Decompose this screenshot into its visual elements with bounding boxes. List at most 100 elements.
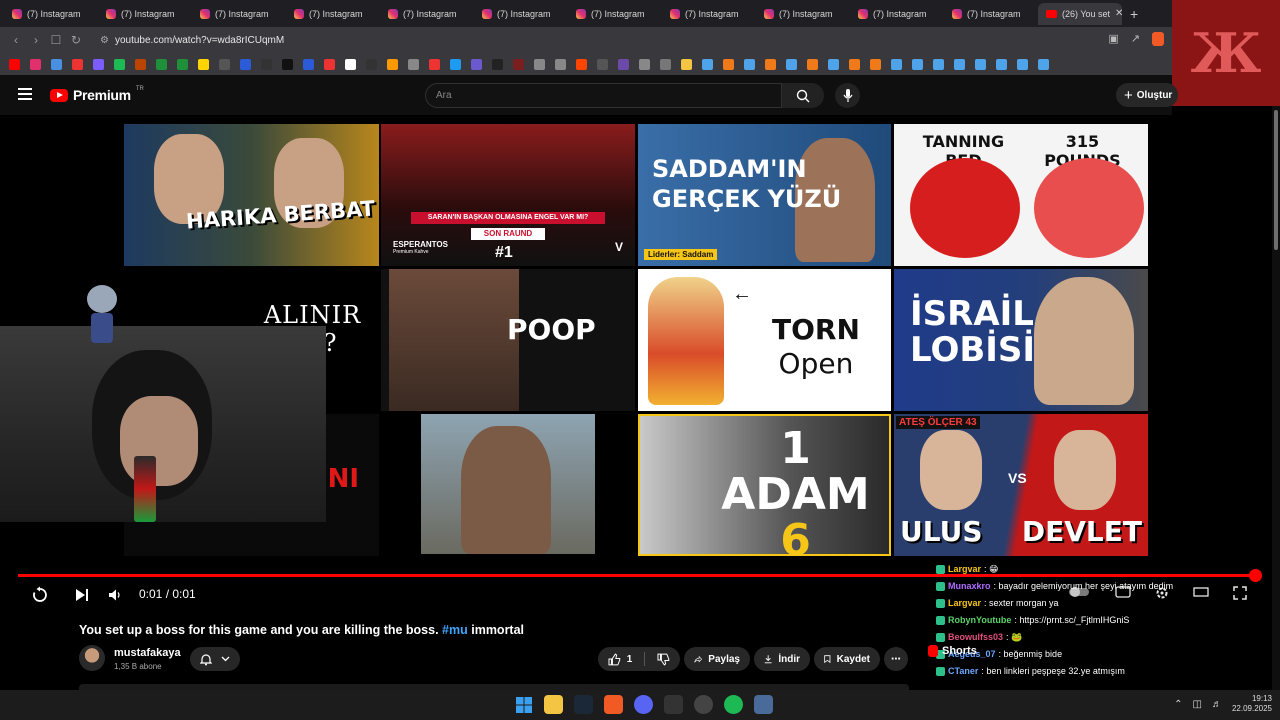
browser-tab[interactable]: (7) Instagram [568, 3, 662, 25]
next-button[interactable] [72, 585, 92, 605]
bookmark-icon[interactable]: ☐ [46, 33, 66, 47]
search-button[interactable] [782, 83, 824, 108]
network-icon[interactable]: ◫ [1193, 699, 1202, 710]
volume-button[interactable] [105, 585, 125, 605]
bookmark-favicon-icon[interactable] [597, 58, 608, 70]
share-button[interactable]: Paylaş [684, 647, 750, 671]
progress-scrubber[interactable] [1249, 569, 1262, 582]
obs-icon[interactable] [694, 695, 713, 714]
cast-icon[interactable]: ▣ [1108, 32, 1118, 46]
bookmark-favicon-icon[interactable] [156, 58, 167, 70]
end-screen-video-12[interactable]: ATEŞ ÖLÇER 43 VS ULUS DEVLET [894, 414, 1148, 556]
bookmark-favicon-icon[interactable] [933, 58, 944, 70]
bookmark-favicon-icon[interactable] [429, 58, 440, 70]
end-screen-video-2[interactable]: SARAN'IN BAŞKAN OLMASINA ENGEL VAR MI? S… [381, 124, 635, 266]
bookmark-favicon-icon[interactable] [576, 58, 587, 70]
end-screen-video-7[interactable]: ← TORN Open [638, 269, 891, 411]
bookmark-favicon-icon[interactable] [324, 58, 335, 70]
windows-start-icon[interactable] [514, 695, 533, 714]
bookmark-favicon-icon[interactable] [30, 58, 41, 70]
end-screen-video-1[interactable]: HARIKA BERBAT [124, 124, 379, 266]
file-explorer-icon[interactable] [544, 695, 563, 714]
bookmark-favicon-icon[interactable] [870, 58, 881, 70]
app-icon[interactable] [664, 695, 683, 714]
close-tab-icon[interactable]: ✕ [1115, 8, 1122, 19]
end-screen-video-6[interactable]: POOP [381, 269, 635, 411]
bookmark-favicon-icon[interactable] [93, 58, 104, 70]
bookmark-favicon-icon[interactable] [723, 58, 734, 70]
browser-tab[interactable]: (7) Instagram [944, 3, 1038, 25]
app-icon[interactable] [754, 695, 773, 714]
bookmark-favicon-icon[interactable] [135, 58, 146, 70]
bookmark-favicon-icon[interactable] [492, 58, 503, 70]
bookmark-favicon-icon[interactable] [1038, 58, 1049, 70]
bookmark-favicon-icon[interactable] [345, 58, 356, 70]
hashtag-link[interactable]: #mu [442, 623, 468, 637]
bookmark-favicon-icon[interactable] [975, 58, 986, 70]
browser-tab[interactable]: (7) Instagram [4, 3, 98, 25]
bookmark-favicon-icon[interactable] [534, 58, 545, 70]
bookmark-favicon-icon[interactable] [849, 58, 860, 70]
bookmark-favicon-icon[interactable] [744, 58, 755, 70]
bookmark-favicon-icon[interactable] [282, 58, 293, 70]
clock[interactable]: 19:13 22.09.2025 [1232, 694, 1272, 714]
notification-bell-button[interactable] [190, 647, 240, 671]
page-scrollbar[interactable] [1272, 106, 1280, 690]
forward-icon[interactable]: › [26, 33, 46, 47]
end-screen-video-8[interactable]: İSRAİL LOBİSİ [894, 269, 1148, 411]
bookmark-favicon-icon[interactable] [51, 58, 62, 70]
new-tab-icon[interactable]: + [1130, 6, 1138, 22]
bookmark-favicon-icon[interactable] [72, 58, 83, 70]
end-screen-video-10[interactable] [421, 414, 595, 554]
like-icon[interactable] [608, 652, 621, 666]
bookmark-favicon-icon[interactable] [954, 58, 965, 70]
browser-tab[interactable]: (7) Instagram [286, 3, 380, 25]
browser-tab[interactable]: (7) Instagram [380, 3, 474, 25]
create-button[interactable]: + Oluştur [1116, 83, 1178, 107]
browser-tab[interactable]: (7) Instagram [98, 3, 192, 25]
browser-tab-active[interactable]: (26) You set ✕ [1038, 2, 1122, 25]
dislike-icon[interactable] [657, 653, 670, 666]
bookmark-favicon-icon[interactable] [660, 58, 671, 70]
bookmark-favicon-icon[interactable] [828, 58, 839, 70]
brave-browser-icon[interactable] [604, 695, 623, 714]
bookmark-favicon-icon[interactable] [912, 58, 923, 70]
channel-name[interactable]: mustafakaya [114, 647, 181, 659]
bookmark-favicon-icon[interactable] [618, 58, 629, 70]
bookmark-favicon-icon[interactable] [555, 58, 566, 70]
bookmark-favicon-icon[interactable] [639, 58, 650, 70]
bookmark-favicon-icon[interactable] [702, 58, 713, 70]
browser-tab[interactable]: (7) Instagram [756, 3, 850, 25]
browser-tab[interactable]: (7) Instagram [192, 3, 286, 25]
bookmark-favicon-icon[interactable] [807, 58, 818, 70]
shorts-link[interactable]: Shorts [928, 645, 977, 657]
more-actions-button[interactable]: ⋯ [884, 647, 908, 671]
bookmark-favicon-icon[interactable] [765, 58, 776, 70]
bookmark-favicon-icon[interactable] [450, 58, 461, 70]
end-screen-video-3[interactable]: SADDAM'IN GERÇEK YÜZÜ Liderler: Saddam [638, 124, 891, 266]
browser-tab[interactable]: (7) Instagram [850, 3, 944, 25]
bookmark-favicon-icon[interactable] [114, 58, 125, 70]
bookmark-favicon-icon[interactable] [240, 58, 251, 70]
bookmark-favicon-icon[interactable] [366, 58, 377, 70]
steam-icon[interactable] [574, 695, 593, 714]
channel-avatar[interactable] [79, 645, 105, 671]
bookmark-favicon-icon[interactable] [9, 58, 20, 70]
address-bar[interactable]: ⚙ youtube.com/watch?v=wda8rICUqmM [100, 35, 284, 46]
bookmark-favicon-icon[interactable] [198, 58, 209, 70]
reload-icon[interactable]: ↻ [66, 33, 86, 47]
bookmark-favicon-icon[interactable] [471, 58, 482, 70]
bookmark-favicon-icon[interactable] [177, 58, 188, 70]
menu-icon[interactable] [18, 88, 32, 100]
discord-icon[interactable] [634, 695, 653, 714]
bookmark-favicon-icon[interactable] [387, 58, 398, 70]
bookmark-favicon-icon[interactable] [786, 58, 797, 70]
like-count[interactable]: 1 [627, 654, 633, 665]
scrollbar-thumb[interactable] [1274, 110, 1278, 250]
bookmark-favicon-icon[interactable] [1017, 58, 1028, 70]
fullscreen-icon[interactable] [1233, 586, 1247, 600]
back-icon[interactable]: ‹ [6, 33, 26, 47]
bookmark-favicon-icon[interactable] [303, 58, 314, 70]
tray-chevron-icon[interactable]: ⌃ [1174, 699, 1182, 710]
replay-button[interactable] [30, 585, 50, 605]
